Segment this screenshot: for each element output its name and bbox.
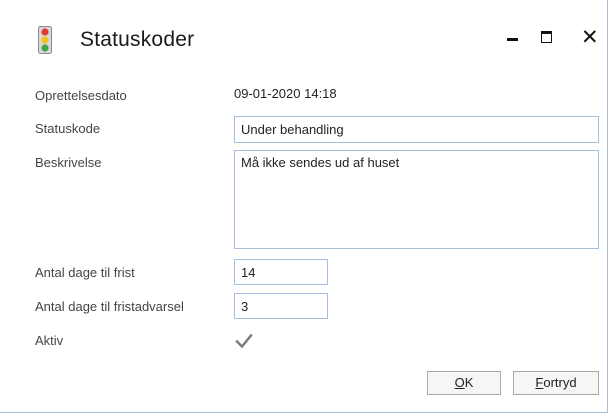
created-date-label: Oprettelsesdato xyxy=(35,88,127,103)
created-date-value: 09-01-2020 14:18 xyxy=(234,86,337,101)
checkmark-icon xyxy=(235,333,253,349)
active-checkbox[interactable] xyxy=(234,331,254,351)
maximize-icon xyxy=(541,31,552,43)
status-code-label: Statuskode xyxy=(35,121,101,136)
status-code-input[interactable] xyxy=(234,116,599,143)
minimize-button[interactable] xyxy=(496,22,532,54)
window-title: Statuskoder xyxy=(80,28,195,51)
deadline-days-label: Antal dage til frist xyxy=(35,265,135,280)
deadline-days-input[interactable] xyxy=(234,259,328,285)
maximize-button[interactable] xyxy=(530,22,566,54)
traffic-light-icon xyxy=(38,26,52,54)
cancel-button[interactable]: Fortryd xyxy=(513,371,599,395)
cancel-button-label: Fortryd xyxy=(535,375,577,390)
ok-button-label: OK xyxy=(454,375,474,390)
title-bar[interactable]: Statuskoder ✕ xyxy=(0,0,607,72)
close-button[interactable]: ✕ xyxy=(572,22,608,54)
description-textarea[interactable]: Må ikke sendes ud af huset xyxy=(234,150,599,249)
status-codes-dialog: Statuskoder ✕ Oprettelsesdato 09-01-2020… xyxy=(0,0,608,413)
minimize-icon xyxy=(507,38,518,41)
warning-days-label: Antal dage til fristadvarsel xyxy=(35,299,184,314)
description-label: Beskrivelse xyxy=(35,155,102,170)
ok-button[interactable]: OK xyxy=(427,371,501,395)
close-icon: ✕ xyxy=(581,25,599,49)
active-label: Aktiv xyxy=(35,333,64,348)
warning-days-input[interactable] xyxy=(234,293,328,319)
